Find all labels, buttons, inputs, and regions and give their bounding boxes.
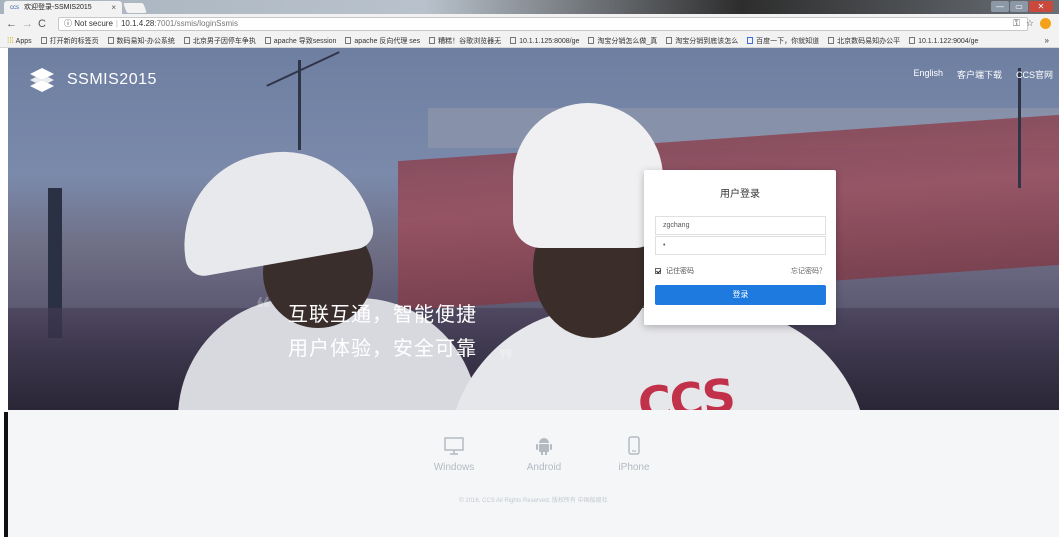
browser-tab[interactable]: ccs 欢迎登录-SSMIS2015 × xyxy=(4,1,122,14)
slogan: ❝ 互联互通，智能便捷 用户体验，安全可靠 ❞ xyxy=(255,292,514,379)
platform-label: Android xyxy=(526,462,562,473)
crane xyxy=(298,60,301,150)
password-input[interactable]: • xyxy=(655,236,826,255)
quote-open-icon: ❝ xyxy=(255,292,272,327)
bookmark-item[interactable]: 百度一下，你就知道 xyxy=(747,35,819,47)
new-tab-button[interactable] xyxy=(123,3,147,13)
quote-close-icon: ❞ xyxy=(498,344,515,379)
tab-close-icon[interactable]: × xyxy=(111,1,116,14)
bookmark-item[interactable]: 糟糕！谷歌浏览器无 xyxy=(429,35,501,47)
bookmark-item[interactable]: 打开新的标签页 xyxy=(40,35,99,47)
minimize-icon[interactable]: — xyxy=(991,1,1009,12)
page-icon xyxy=(264,37,271,44)
bookmark-item[interactable]: 10.1.1.122:9004/ge xyxy=(909,35,978,47)
copyright: © 2016, CCS All Rights Reserved. 版权所有 中国… xyxy=(459,498,608,504)
footer: Windows Android iPhone © 2016, CCS All R… xyxy=(8,410,1059,537)
bookmark-item[interactable]: apache 反向代理 ses xyxy=(345,35,420,47)
browser-window: ccs 欢迎登录-SSMIS2015 × — ▭ ✕ ← → C ⓘ Not s… xyxy=(0,0,1059,537)
page-icon xyxy=(909,37,916,44)
client-download-link[interactable]: 客户端下载 xyxy=(957,68,1002,81)
page-icon xyxy=(183,37,190,44)
download-iphone[interactable]: iPhone xyxy=(606,436,662,473)
page-icon xyxy=(666,37,673,44)
login-button[interactable]: 登录 xyxy=(655,285,826,305)
page-icon xyxy=(429,37,436,44)
url-host: 10.1.4.28 xyxy=(120,19,155,28)
page-icon xyxy=(40,37,47,44)
page-icon xyxy=(107,37,114,44)
star-icon[interactable]: ☆ xyxy=(1026,18,1034,29)
brand[interactable]: SSMIS2015 xyxy=(26,64,157,96)
crane-arm xyxy=(266,51,340,87)
address-bar: ← → C ⓘ Not secure | 10.1.4.28:7001/ssmis/… xyxy=(0,14,1059,34)
forward-icon[interactable]: → xyxy=(22,17,33,31)
bookmark-item[interactable]: 淘宝分销到底该怎么 xyxy=(666,35,738,47)
download-android[interactable]: Android xyxy=(516,436,572,473)
key-icon[interactable]: ⚿ xyxy=(1013,18,1020,29)
platform-label: iPhone xyxy=(618,462,650,473)
favicon-icon: ccs xyxy=(10,5,19,11)
bookmark-apps[interactable]: ⁞⁞⁞ Apps xyxy=(7,34,32,47)
url-input[interactable]: ⓘ Not secure | 10.1.4.28:7001/ssmis/loginS… xyxy=(58,17,1028,31)
platform-downloads: Windows Android iPhone xyxy=(426,436,662,473)
slogan-line-1: 互联互通，智能便捷 xyxy=(288,304,477,326)
page-icon xyxy=(510,37,517,44)
tab-title: 欢迎登录-SSMIS2015 xyxy=(23,4,92,11)
login-title: 用户登录 xyxy=(720,189,760,200)
tab-bar: ccs 欢迎登录-SSMIS2015 × — ▭ ✕ xyxy=(0,0,1059,14)
username-input[interactable]: zgchang xyxy=(655,216,826,235)
remember-checkbox[interactable] xyxy=(655,268,661,274)
url-path: :7001/ssmis/loginSsmis xyxy=(154,19,238,28)
bookmarks-overflow[interactable]: » xyxy=(1045,34,1049,47)
crane xyxy=(1018,68,1021,188)
top-nav: English 客户端下载 CCS官网 xyxy=(913,68,1053,81)
extension-icon[interactable] xyxy=(1040,18,1051,29)
bookmark-item[interactable]: 淘宝分销怎么做_真 xyxy=(588,35,657,47)
remember-password[interactable]: 记住密码 xyxy=(655,266,694,276)
paw-icon xyxy=(747,37,754,44)
download-windows[interactable]: Windows xyxy=(426,436,482,473)
apps-icon: ⁞⁞⁞ xyxy=(7,36,14,45)
slogan-line-2: 用户体验，安全可靠 xyxy=(288,338,477,360)
platform-label: Windows xyxy=(433,462,475,473)
address-actions: ⚿ ☆ xyxy=(1013,18,1051,29)
ssmis-logo-icon xyxy=(26,64,58,96)
bookmark-item[interactable]: 数码易知-办公系统 xyxy=(107,35,175,47)
bookmarks-bar: ⁞⁞⁞ Apps 打开新的标签页 数码易知-办公系统 北京男子因停车争执 apac… xyxy=(0,34,1059,48)
bookmark-item[interactable]: 北京男子因停车争执 xyxy=(183,35,256,47)
back-icon[interactable]: ← xyxy=(6,17,17,31)
window-close-icon[interactable]: ✕ xyxy=(1029,1,1053,12)
page-icon xyxy=(828,37,835,44)
security-indicator[interactable]: ⓘ Not secure xyxy=(64,19,113,28)
bookmark-item[interactable]: apache 导致session xyxy=(264,35,336,47)
phone-icon xyxy=(628,436,640,455)
page-icon xyxy=(588,37,595,44)
android-icon xyxy=(536,438,552,455)
english-link[interactable]: English xyxy=(913,68,943,81)
hard-hat xyxy=(513,103,663,248)
window-controls: — ▭ ✕ xyxy=(991,1,1053,12)
ccs-website-link[interactable]: CCS官网 xyxy=(1016,68,1053,81)
reload-icon[interactable]: C xyxy=(38,17,46,31)
page-icon xyxy=(345,37,352,44)
bookmark-item[interactable]: 北京数码易知办公平 xyxy=(828,35,900,47)
brand-name: SSMIS2015 xyxy=(67,71,157,88)
forgot-password-link[interactable]: 忘记密码？ xyxy=(791,266,826,276)
maximize-icon[interactable]: ▭ xyxy=(1010,1,1028,12)
remember-label: 记住密码 xyxy=(666,268,694,275)
bookmark-item[interactable]: 10.1.1.125:8008/ge xyxy=(510,35,579,47)
hero-banner: CCS SSMIS2015 English 客户端下载 CCS官网 ❝ 互联互通… xyxy=(8,48,1059,410)
login-page: CCS SSMIS2015 English 客户端下载 CCS官网 ❝ 互联互通… xyxy=(8,48,1059,537)
monitor-icon xyxy=(444,437,464,455)
login-form: 用户登录 zgchang • 记住密码 忘记密码？ 登录 xyxy=(644,170,836,325)
